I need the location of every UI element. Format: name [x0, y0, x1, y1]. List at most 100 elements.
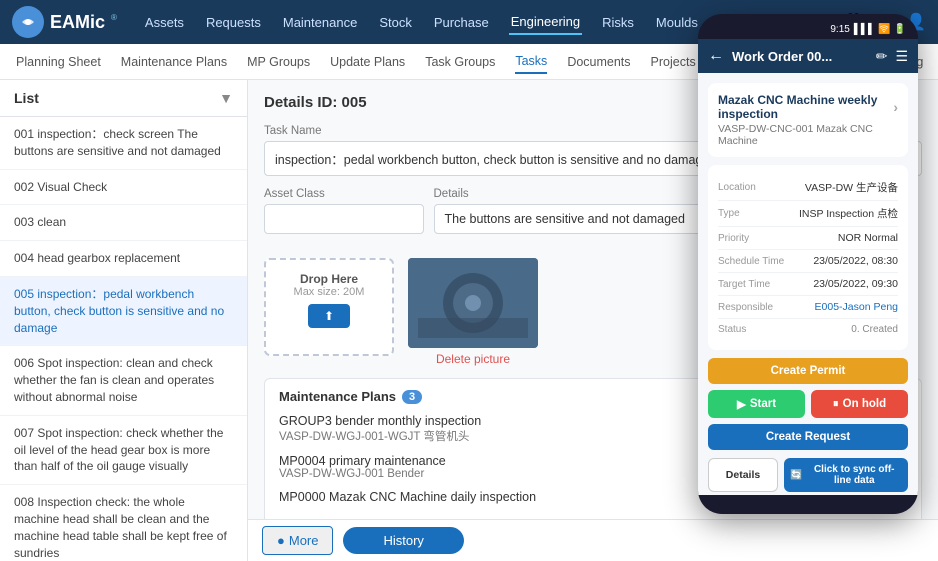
list-item[interactable]: 008 Inspection check: the whole machine … — [0, 485, 247, 561]
subnav-update-plans[interactable]: Update Plans — [330, 51, 405, 73]
nav-stock[interactable]: Stock — [377, 11, 414, 34]
nav-assets[interactable]: Assets — [143, 11, 186, 34]
nav-maintenance[interactable]: Maintenance — [281, 11, 359, 34]
drop-sub: Max size: 20M — [278, 286, 380, 298]
location-label: Location — [718, 182, 756, 193]
mobile-title: Work Order 00... — [732, 49, 868, 64]
schedule-value: 23/05/2022, 08:30 — [813, 255, 898, 267]
mobile-field-schedule: Schedule Time 23/05/2022, 08:30 — [718, 250, 898, 273]
list-header: List ▼ — [0, 80, 247, 117]
subnav-projects[interactable]: Projects — [651, 51, 696, 73]
filter-icon[interactable]: ▼ — [219, 90, 233, 106]
mobile-menu-icon[interactable]: ☰ — [895, 48, 908, 65]
status-label: Status — [718, 324, 746, 335]
list-item-active[interactable]: 005 inspection：pedal workbench button, c… — [0, 277, 247, 346]
mobile-time: 9:15 — [830, 24, 849, 35]
battery-icon: 🔋 — [894, 24, 906, 35]
play-icon: ▶ — [737, 397, 746, 411]
nav-risks[interactable]: Risks — [600, 11, 636, 34]
subnav-mp-groups[interactable]: MP Groups — [247, 51, 310, 73]
hold-button[interactable]: ⏸ On hold — [811, 390, 908, 418]
logo-text: EAMic — [50, 12, 105, 33]
mobile-edit-icon[interactable]: ✏ — [876, 48, 888, 65]
target-value: 23/05/2022, 09:30 — [813, 278, 898, 290]
list-item[interactable]: 007 Spot inspection: check whether the o… — [0, 416, 247, 485]
chevron-right-icon: › — [893, 99, 898, 115]
maintenance-badge: 3 — [402, 390, 422, 404]
mobile-fields-card: Location VASP-DW 生产设备 Type INSP Inspecti… — [708, 165, 908, 350]
history-button[interactable]: History — [343, 527, 463, 554]
asset-class-select[interactable] — [264, 204, 424, 234]
image-preview-col: Delete picture — [408, 258, 538, 366]
mobile-back-button[interactable]: ← — [708, 47, 724, 65]
more-button[interactable]: ● More — [262, 526, 333, 555]
responsible-value: E005-Jason Peng — [815, 301, 898, 313]
list-panel: List ▼ 001 inspection：check screen The b… — [0, 80, 248, 561]
delete-picture-link[interactable]: Delete picture — [408, 352, 538, 366]
mobile-content: Mazak CNC Machine weekly inspection › VA… — [698, 73, 918, 495]
subnav-tasks[interactable]: Tasks — [515, 50, 547, 74]
mobile-field-location: Location VASP-DW 生产设备 — [718, 175, 898, 201]
more-label: More — [289, 533, 319, 548]
list-item[interactable]: 006 Spot inspection: clean and check whe… — [0, 346, 247, 415]
preview-image — [408, 258, 538, 348]
list-item[interactable]: 004 head gearbox replacement — [0, 241, 247, 277]
responsible-label: Responsible — [718, 302, 773, 313]
subnav-planning-sheet[interactable]: Planning Sheet — [16, 51, 101, 73]
mobile-field-target: Target Time 23/05/2022, 09:30 — [718, 273, 898, 296]
upload-button[interactable]: ⬆ — [308, 304, 350, 328]
create-request-button[interactable]: Create Request — [708, 424, 908, 450]
nav-requests[interactable]: Requests — [204, 11, 263, 34]
mobile-field-priority: Priority NOR Normal — [718, 227, 898, 250]
start-button[interactable]: ▶ Start — [708, 390, 805, 418]
schedule-label: Schedule Time — [718, 256, 784, 267]
create-permit-button[interactable]: Create Permit — [708, 358, 908, 384]
nav-purchase[interactable]: Purchase — [432, 11, 491, 34]
signal-icon: ▌▌▌ — [854, 24, 875, 35]
subnav-task-groups[interactable]: Task Groups — [425, 51, 495, 73]
pause-icon: ⏸ — [833, 398, 839, 411]
subnav-maintenance-plans[interactable]: Maintenance Plans — [121, 51, 227, 73]
nav-engineering[interactable]: Engineering — [509, 10, 582, 35]
list-item[interactable]: 003 clean — [0, 205, 247, 241]
logo: EAMic ® — [12, 6, 117, 38]
details-button[interactable]: Details — [708, 458, 778, 492]
asset-class-col: Asset Class — [264, 188, 424, 246]
image-preview — [408, 258, 538, 348]
mobile-overlay: 9:15 ▌▌▌ 🛜 🔋 ← Work Order 00... ✏ ☰ Maza… — [698, 14, 918, 514]
asset-class-label: Asset Class — [264, 188, 424, 200]
list-item[interactable]: 001 inspection：check screen The buttons … — [0, 117, 247, 170]
priority-label: Priority — [718, 233, 749, 244]
list-title: List — [14, 90, 39, 106]
type-value: INSP Inspection 点检 — [799, 206, 898, 221]
target-label: Target Time — [718, 279, 770, 290]
drop-title: Drop Here — [278, 272, 380, 286]
drop-zone[interactable]: Drop Here Max size: 20M ⬆ — [264, 258, 394, 356]
more-icon: ● — [277, 533, 285, 548]
mobile-status-bar: 9:15 ▌▌▌ 🛜 🔋 — [698, 22, 918, 39]
location-value: VASP-DW 生产设备 — [805, 180, 898, 195]
priority-value: NOR Normal — [838, 232, 898, 244]
status-value: 0. Created — [851, 324, 898, 335]
mobile-card-title: Mazak CNC Machine weekly inspection › — [718, 93, 898, 121]
mobile-work-order-card[interactable]: Mazak CNC Machine weekly inspection › VA… — [708, 83, 908, 157]
mobile-header: ← Work Order 00... ✏ ☰ — [698, 39, 918, 73]
mobile-card-sub: VASP-DW-CNC-001 Mazak CNC Machine — [718, 123, 898, 147]
subnav-documents[interactable]: Documents — [567, 51, 630, 73]
wifi-icon: 🛜 — [878, 24, 890, 35]
nav-moulds[interactable]: Moulds — [654, 11, 700, 34]
mobile-field-type: Type INSP Inspection 点检 — [718, 201, 898, 227]
list-items-container: 001 inspection：check screen The buttons … — [0, 117, 247, 561]
sync-icon: 🔄 — [790, 470, 802, 481]
mobile-status-icons: ▌▌▌ 🛜 🔋 — [854, 24, 906, 35]
logo-icon — [12, 6, 44, 38]
mobile-bottom-bar: Details 🔄 Click to sync off-line data — [708, 458, 908, 492]
start-hold-row: ▶ Start ⏸ On hold — [708, 390, 908, 418]
mobile-header-icons: ✏ ☰ — [876, 48, 908, 65]
bottom-bar: ● More History — [248, 519, 938, 561]
mobile-field-responsible: Responsible E005-Jason Peng — [718, 296, 898, 319]
list-item[interactable]: 002 Visual Check — [0, 170, 247, 206]
sync-button[interactable]: 🔄 Click to sync off-line data — [784, 458, 908, 492]
type-label: Type — [718, 208, 740, 219]
mobile-field-status: Status 0. Created — [718, 319, 898, 340]
